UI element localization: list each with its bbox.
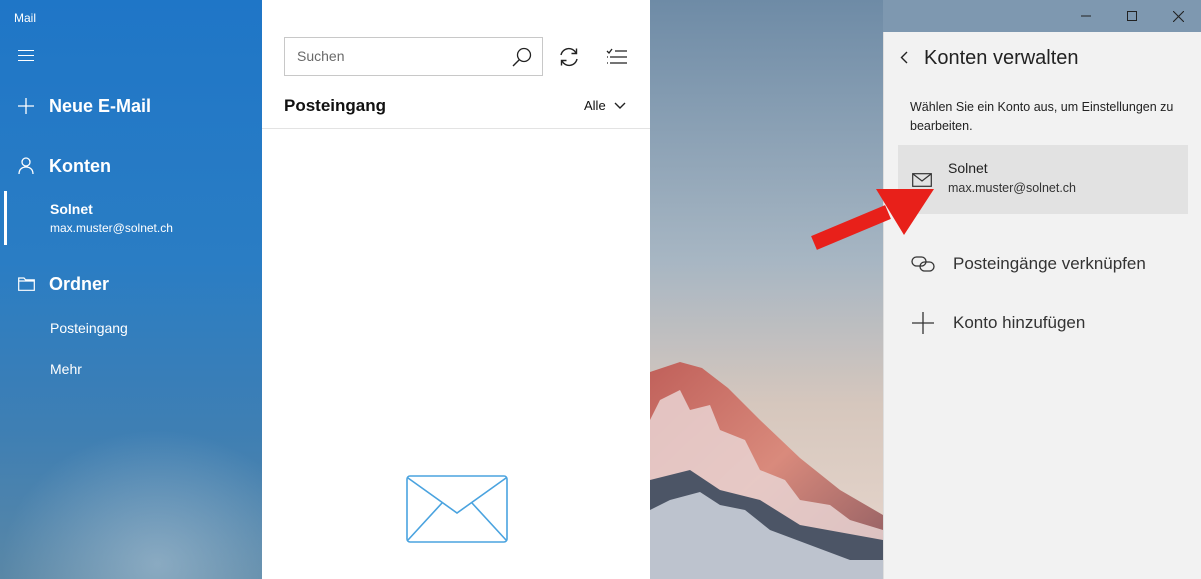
filter-dropdown[interactable]: Alle	[584, 98, 626, 113]
message-list-pane: Posteingang Alle	[262, 0, 650, 579]
folders-label: Ordner	[49, 273, 110, 294]
minimize-icon	[1081, 15, 1091, 17]
empty-inbox-envelope-icon	[406, 475, 508, 548]
search-box[interactable]	[284, 37, 543, 76]
plus-icon	[17, 98, 35, 114]
list-divider	[262, 128, 650, 129]
search-input[interactable]	[295, 47, 509, 65]
inbox-title: Posteingang	[284, 96, 387, 115]
filter-label: Alle	[584, 98, 606, 113]
selected-account-indicator	[4, 191, 7, 245]
red-annotation-arrow	[811, 189, 934, 250]
account-entry-solnet[interactable]: Solnet max.muster@solnet.ch	[898, 145, 1188, 214]
sidebar-account-name[interactable]: Solnet	[50, 201, 93, 217]
search-icon[interactable]	[512, 47, 532, 72]
link-icon	[910, 255, 936, 273]
accounts-label: Konten	[49, 155, 111, 176]
person-icon	[17, 157, 35, 175]
selection-mode-icon[interactable]	[606, 48, 628, 71]
link-inboxes-button[interactable]: Posteingänge verknüpfen	[910, 254, 1146, 274]
minimize-button[interactable]	[1063, 0, 1109, 32]
sync-icon[interactable]	[558, 46, 580, 73]
sidebar-background	[0, 429, 262, 579]
new-mail-button[interactable]: Neue E-Mail	[0, 94, 262, 118]
manage-accounts-panel: Konten verwalten Wählen Sie ein Konto au…	[883, 32, 1201, 579]
panel-title: Konten verwalten	[924, 47, 1079, 69]
close-button[interactable]	[1155, 0, 1201, 32]
sidebar-account-email[interactable]: max.muster@solnet.ch	[50, 221, 173, 235]
hamburger-menu-icon[interactable]	[18, 50, 34, 62]
add-account-button[interactable]: Konto hinzufügen	[910, 312, 1085, 334]
chevron-down-icon	[614, 102, 626, 109]
desktop-background	[650, 0, 883, 579]
account-email: max.muster@solnet.ch	[948, 181, 1077, 195]
folder-icon	[17, 277, 35, 291]
plus-icon	[910, 312, 936, 334]
folder-more[interactable]: Mehr	[50, 361, 82, 377]
maximize-button[interactable]	[1109, 0, 1155, 32]
panel-description: Wählen Sie ein Konto aus, um Einstellung…	[910, 100, 1174, 133]
link-inboxes-label: Posteingänge verknüpfen	[953, 254, 1146, 273]
accounts-button[interactable]: Konten	[0, 154, 262, 178]
folders-button[interactable]: Ordner	[0, 272, 262, 296]
add-account-label: Konto hinzufügen	[953, 313, 1086, 332]
back-chevron-icon[interactable]	[900, 51, 908, 69]
app-title: Mail	[14, 11, 37, 25]
maximize-icon	[1127, 11, 1137, 21]
account-name: Solnet	[948, 160, 988, 176]
folder-inbox[interactable]: Posteingang	[50, 320, 128, 336]
new-mail-label: Neue E-Mail	[49, 95, 152, 116]
close-icon	[1172, 10, 1184, 22]
sidebar: Mail Neue E-Mail Konten Solnet max.muste…	[0, 0, 262, 579]
